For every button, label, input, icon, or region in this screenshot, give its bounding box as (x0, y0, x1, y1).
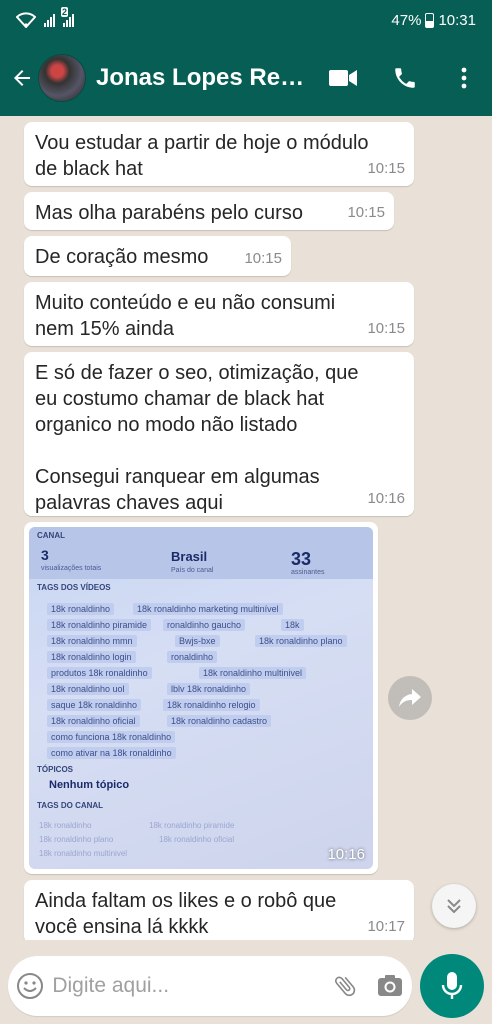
screenshot-tag: saque 18k ronaldinho (47, 699, 142, 711)
screenshot-topics-value: Nenhum tópico (49, 779, 130, 791)
screenshot-tag: 18k ronaldinho oficial (47, 715, 140, 727)
screenshot-faded-tags: 18k ronaldinho multinivel (39, 849, 128, 858)
message-list[interactable]: Vou estudar a partir de hoje o módulo de… (0, 116, 492, 940)
double-chevron-down-icon (447, 899, 461, 914)
video-call-icon (329, 70, 357, 86)
screenshot-tag: Bwjs-bxe (175, 635, 220, 647)
emoji-icon (17, 973, 44, 999)
message-time: 10:15 (367, 320, 405, 337)
message-time: 10:15 (367, 160, 405, 177)
message-time: 10:15 (347, 204, 385, 221)
mic-icon (441, 972, 463, 999)
screenshot-country-label: País do canal (171, 567, 214, 574)
message-text: E só de fazer o seo, otimização, que eu … (35, 362, 359, 514)
screenshot-tag: como funciona 18k ronaldinho (47, 731, 176, 743)
voice-message-button[interactable] (420, 954, 484, 1018)
screenshot-views: 3 (41, 547, 49, 563)
battery-icon (425, 12, 435, 28)
screenshot-subscribers: 33 (291, 549, 312, 569)
screenshot-tag: 18k ronaldinho uol (47, 683, 129, 695)
message-time: 10:15 (244, 250, 282, 267)
screenshot-views-label: visualizações totais (41, 565, 102, 572)
screenshot-faded-tags: 18k ronaldinho plano (39, 835, 114, 844)
avatar[interactable] (38, 54, 86, 102)
photo-attachment[interactable]: CANAL 3 visualizações totais Brasil País… (29, 527, 373, 869)
message-bubble[interactable]: De coração mesmo 10:15 (24, 236, 291, 276)
back-arrow-icon (14, 70, 30, 86)
clock: 10:31 (438, 11, 476, 29)
chat-header: Jonas Lopes Rei... (0, 40, 492, 116)
message-time: 10:17 (367, 918, 405, 935)
screenshot-topics-title: TÓPICOS (37, 765, 74, 774)
screenshot-tag: 18k ronaldinho cadastro (167, 715, 272, 727)
message-bubble[interactable]: Muito conteúdo e eu não consumi nem 15% … (24, 282, 414, 346)
forward-button[interactable] (388, 676, 432, 720)
camera-icon (377, 975, 402, 996)
back-button[interactable] (8, 58, 36, 98)
scroll-to-bottom-button[interactable] (432, 884, 476, 928)
screenshot-tag: 18k ronaldinho login (47, 651, 136, 663)
voice-call-button[interactable] (374, 53, 436, 103)
screenshot-faded-tags: 18k ronaldinho (39, 821, 92, 830)
screenshot-tag: ronaldinho gaucho (163, 619, 246, 631)
message-time: 10:16 (367, 490, 405, 507)
screenshot-tag: 18k ronaldinho marketing multinível (133, 603, 283, 615)
message-input[interactable] (52, 966, 324, 1006)
screenshot-tag: lblv 18k ronaldinho (167, 683, 251, 695)
screenshot-tag: 18k ronaldinho (47, 603, 115, 615)
screenshot-subscribers-label: assinantes (291, 569, 325, 576)
screenshot-country: Brasil (171, 549, 208, 564)
forward-icon (399, 689, 421, 707)
signal-sim2-icon: 2 (61, 7, 74, 27)
screenshot-tags-title: TAGS DOS VÍDEOS (37, 583, 111, 592)
image-time: 10:16 (327, 846, 365, 863)
battery-percent: 47% (391, 11, 422, 29)
screenshot-tag: 18k ronaldinho multinivel (199, 667, 307, 679)
message-bubble[interactable]: Ainda faltam os likes e o robô que você … (24, 880, 414, 940)
attach-button[interactable] (323, 973, 367, 999)
composer (0, 946, 492, 1024)
image-message[interactable]: CANAL 3 visualizações totais Brasil País… (24, 522, 378, 874)
screenshot-tag: 18k ronaldinho mmn (47, 635, 137, 647)
message-text: Vou estudar a partir de hoje o módulo de… (35, 132, 369, 180)
message-bubble[interactable]: Vou estudar a partir de hoje o módulo de… (24, 122, 414, 186)
screenshot-channel-summary: CANAL 3 visualizações totais Brasil País… (29, 527, 373, 579)
emoji-button[interactable] (8, 972, 52, 1000)
screenshot-faded-tags: 18k ronaldinho oficial (159, 835, 235, 844)
message-input-container (8, 956, 412, 1016)
message-bubble[interactable]: Mas olha parabéns pelo curso 10:15 (24, 192, 394, 230)
more-options-button[interactable] (436, 53, 492, 103)
screenshot-faded-tags: 18k ronaldinho piramide (149, 821, 235, 830)
message-bubble[interactable]: E só de fazer o seo, otimização, que eu … (24, 352, 414, 516)
phone-icon (395, 68, 415, 88)
screenshot-header-label: CANAL (37, 531, 65, 540)
screenshot-tag: produtos 18k ronaldinho (47, 667, 152, 679)
more-options-icon (461, 67, 467, 89)
message-text: Muito conteúdo e eu não consumi nem 15% … (35, 292, 336, 340)
screenshot-tag: 18k ronaldinho relogio (163, 699, 260, 711)
screenshot-tag: 18k ronaldinho piramide (47, 619, 152, 631)
video-call-button[interactable] (312, 53, 374, 103)
screenshot-tag: 18k (281, 619, 304, 631)
screenshot-tag: como ativar na 18k ronaldinho (47, 747, 176, 759)
camera-button[interactable] (368, 974, 412, 998)
message-text: Mas olha parabéns pelo curso (35, 202, 303, 224)
screenshot-tag: 18k ronaldinho plano (255, 635, 347, 647)
wifi-icon (16, 12, 36, 28)
signal-sim1-icon (44, 13, 55, 27)
screenshot-tag: ronaldinho (167, 651, 218, 663)
attach-icon (335, 976, 356, 997)
status-bar: 2 47% 10:31 (0, 0, 492, 40)
sim2-badge: 2 (61, 7, 69, 17)
message-text: Ainda faltam os likes e o robô que você … (35, 890, 337, 938)
contact-name[interactable]: Jonas Lopes Rei... (96, 64, 306, 92)
screenshot-channel-tags-title: TAGS DO CANAL (37, 801, 104, 810)
